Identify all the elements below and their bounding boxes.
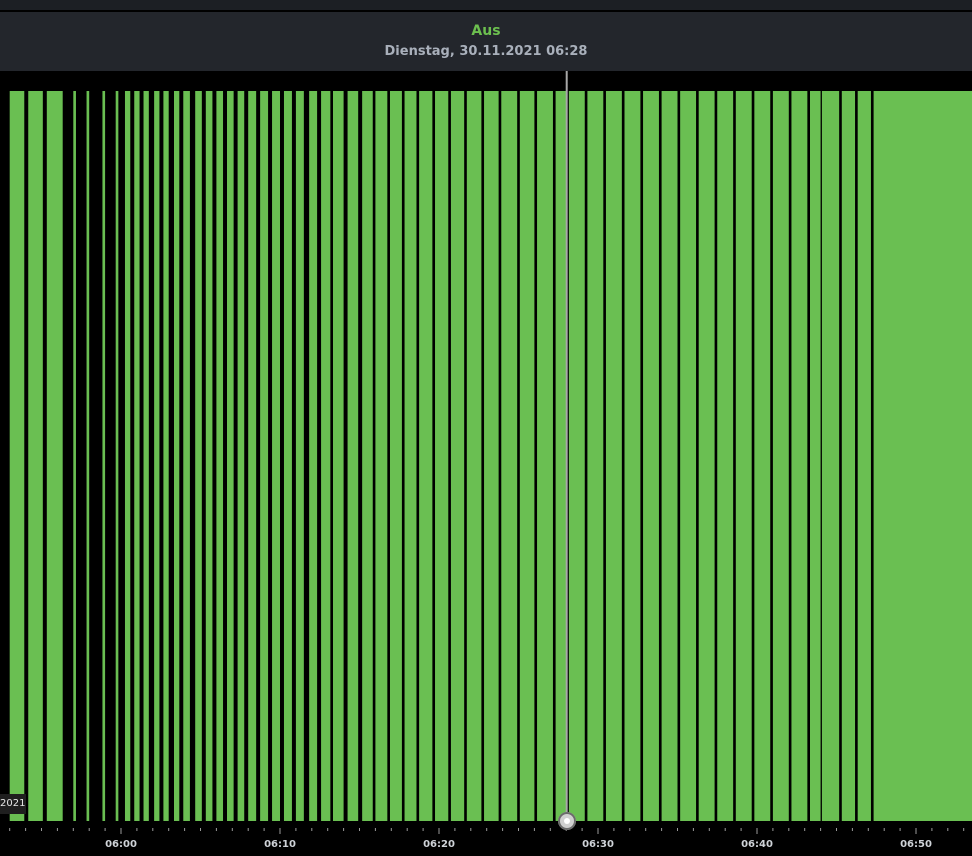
state-on-segment[interactable] — [237, 91, 245, 821]
state-on-segment[interactable] — [841, 91, 856, 821]
state-on-segment[interactable] — [248, 91, 257, 821]
state-on-segment[interactable] — [216, 91, 224, 821]
state-on-segment[interactable] — [519, 91, 535, 821]
state-on-segment[interactable] — [754, 91, 771, 821]
x-tick-label: 06:40 — [741, 839, 773, 850]
state-on-segment[interactable] — [272, 91, 280, 821]
state-on-segment[interactable] — [680, 91, 697, 821]
x-tick-label: 06:10 — [264, 839, 296, 850]
state-on-segment[interactable] — [873, 91, 972, 821]
state-on-segment[interactable] — [810, 91, 821, 821]
state-on-segment[interactable] — [28, 91, 43, 821]
x-tick-label: 06:30 — [582, 839, 614, 850]
state-on-segment[interactable] — [283, 91, 292, 821]
date-badge: 2021 — [0, 794, 26, 814]
state-on-segment[interactable] — [86, 91, 90, 821]
state-on-segment[interactable] — [605, 91, 622, 821]
state-on-segment[interactable] — [195, 91, 202, 821]
x-tick-label: 06:20 — [423, 839, 455, 850]
state-on-segment[interactable] — [183, 91, 190, 821]
state-on-segment[interactable] — [643, 91, 659, 821]
state-on-segment[interactable] — [295, 91, 304, 821]
state-on-segment[interactable] — [9, 91, 25, 821]
x-tick-label: 06:00 — [105, 839, 137, 850]
state-on-segment[interactable] — [717, 91, 734, 821]
state-on-segment[interactable] — [698, 91, 715, 821]
state-on-segment[interactable] — [791, 91, 808, 821]
state-on-segment[interactable] — [555, 91, 567, 821]
state-on-segment[interactable] — [568, 91, 585, 821]
state-on-segment[interactable] — [661, 91, 678, 821]
state-on-segment[interactable] — [419, 91, 433, 821]
state-on-segment[interactable] — [115, 91, 119, 821]
state-timeline-chart[interactable]: 06:00 06:10 06:20 06:30 06:40 06:50 — [0, 0, 972, 856]
state-on-segment[interactable] — [174, 91, 180, 821]
state-on-segment[interactable] — [163, 91, 169, 821]
state-on-segment[interactable] — [143, 91, 149, 821]
x-tick-label: 06:50 — [900, 839, 932, 850]
state-on-segment[interactable] — [362, 91, 373, 821]
state-on-segment[interactable] — [309, 91, 318, 821]
state-on-segment[interactable] — [435, 91, 449, 821]
state-on-segment[interactable] — [537, 91, 553, 821]
state-on-segment[interactable] — [46, 91, 63, 821]
state-on-segment[interactable] — [73, 91, 76, 821]
state-on-segment[interactable] — [501, 91, 518, 821]
state-on-segment[interactable] — [450, 91, 465, 821]
state-on-segment[interactable] — [227, 91, 234, 821]
state-on-segment[interactable] — [260, 91, 269, 821]
state-on-segment[interactable] — [466, 91, 482, 821]
state-on-segment[interactable] — [154, 91, 160, 821]
state-on-segment[interactable] — [624, 91, 641, 821]
state-on-segment[interactable] — [404, 91, 417, 821]
state-on-segment[interactable] — [821, 91, 840, 821]
state-on-segment[interactable] — [587, 91, 604, 821]
state-on-segment[interactable] — [375, 91, 388, 821]
state-on-segment[interactable] — [389, 91, 402, 821]
state-on-segment[interactable] — [772, 91, 789, 821]
state-on-segment[interactable] — [321, 91, 331, 821]
state-on-segment[interactable] — [484, 91, 499, 821]
state-on-segment[interactable] — [333, 91, 344, 821]
state-on-segment[interactable] — [347, 91, 359, 821]
state-on-segment[interactable] — [735, 91, 752, 821]
state-on-segment[interactable] — [205, 91, 213, 821]
state-on-segment[interactable] — [857, 91, 871, 821]
cursor-handle-icon[interactable] — [557, 812, 576, 830]
state-on-segment[interactable] — [124, 91, 131, 821]
state-on-segment[interactable] — [102, 91, 106, 821]
state-on-segment[interactable] — [134, 91, 140, 821]
